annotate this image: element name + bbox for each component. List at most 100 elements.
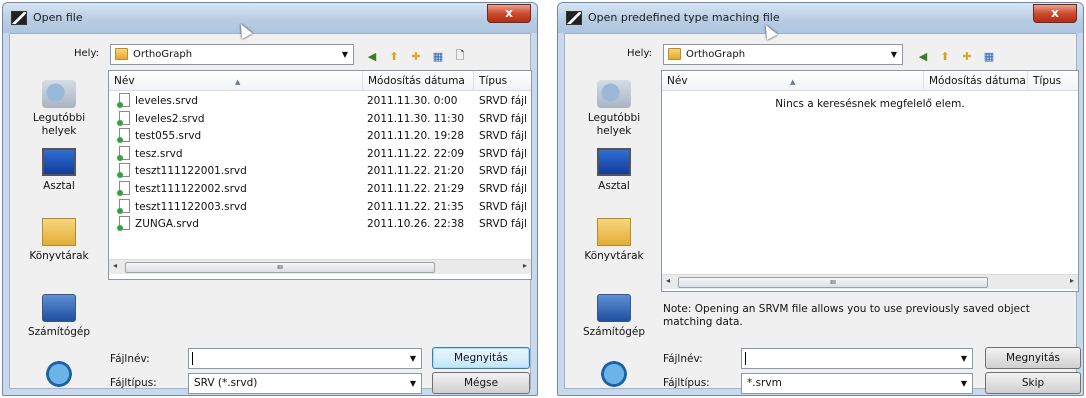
close-button[interactable]: x	[1033, 4, 1077, 23]
desktop-icon	[597, 148, 631, 176]
scroll-left-icon[interactable]: ◂	[113, 261, 117, 270]
new-folder-icon[interactable]: ✚	[959, 48, 975, 64]
preview-icon[interactable]: 🗋	[452, 48, 468, 64]
dialog-title: Open file	[33, 11, 83, 24]
file-row[interactable]: leveles.srvd 2011.11.30. 0:00 SRVD fájl	[109, 93, 531, 111]
column-date[interactable]: Módosítás dátuma	[924, 71, 1028, 91]
chevron-down-icon[interactable]: ▼	[961, 349, 967, 368]
place-network[interactable]	[14, 360, 104, 392]
up-folder-icon[interactable]: ⬆	[386, 48, 402, 64]
place-desktop[interactable]: Asztal	[14, 148, 104, 193]
new-folder-icon[interactable]: ✚	[408, 48, 424, 64]
up-folder-icon[interactable]: ⬆	[937, 48, 953, 64]
file-date: 2011.11.22. 21:35	[367, 200, 465, 213]
network-icon	[42, 360, 76, 388]
column-type[interactable]: Típus	[1028, 71, 1078, 91]
filetype-value: *.srvm	[747, 377, 782, 389]
place-libraries[interactable]: Könyvtárak	[569, 218, 659, 263]
horizontal-scrollbar[interactable]: ◂ ııı ▸	[109, 259, 531, 274]
open-button[interactable]: Megnyitás	[985, 347, 1081, 369]
folder-icon	[115, 48, 128, 60]
view-menu-icon[interactable]: ▦	[430, 48, 446, 64]
file-date: 2011.10.26. 22:38	[367, 218, 465, 231]
file-name: leveles.srvd	[135, 95, 198, 107]
filetype-select[interactable]: SRV (*.srvd) ▼	[188, 373, 422, 394]
place-recent[interactable]: Legutóbbi helyek	[569, 80, 659, 138]
place-recent[interactable]: Legutóbbi helyek	[14, 80, 104, 138]
look-in-combo[interactable]: OrthoGraph ▼	[110, 44, 354, 65]
file-row[interactable]: tesz.srvd 2011.11.22. 22:09 SRVD fájl	[109, 145, 531, 164]
file-type: SRVD fájl	[479, 182, 527, 195]
scroll-thumb[interactable]: ııı	[678, 277, 988, 288]
file-type: SRVD fájl	[479, 95, 527, 107]
open-file-dialog: Open file x Hely: OrthoGraph ▼ ◀ ⬆ ✚ ▦ 🗋…	[2, 2, 538, 396]
place-libraries[interactable]: Könyvtárak	[14, 218, 104, 263]
place-label: Asztal	[598, 180, 630, 192]
back-icon[interactable]: ◀	[364, 48, 380, 64]
place-network[interactable]	[569, 360, 659, 392]
file-row[interactable]: teszt111122001.srvd 2011.11.22. 21:20 SRVD…	[109, 163, 531, 181]
open-type-matching-dialog: Open predefined type maching file x Hely…	[557, 2, 1084, 396]
network-icon	[597, 360, 631, 388]
column-name[interactable]: Név ▲	[662, 71, 924, 91]
file-date: 2011.11.30. 0:00	[367, 95, 458, 107]
chevron-down-icon: ▼	[890, 50, 897, 59]
scroll-right-icon[interactable]: ▸	[1070, 276, 1074, 285]
place-computer[interactable]: Számítógép	[14, 294, 104, 339]
file-name: teszt111122001.srvd	[135, 165, 247, 178]
view-menu-icon[interactable]: ▦	[981, 48, 997, 64]
title-bar[interactable]: Open file x	[3, 3, 537, 33]
file-list[interactable]: Név ▲ Módosítás dátuma Típus leveles.srvd…	[108, 70, 532, 280]
look-in-value: OrthoGraph	[133, 49, 193, 60]
close-button[interactable]: x	[487, 4, 531, 23]
filetype-select[interactable]: *.srvm ▼	[741, 373, 973, 394]
file-row[interactable]: test055.srvd 2011.11.20. 19:28 SRVD fájl	[109, 128, 531, 146]
look-in-combo[interactable]: OrthoGraph ▼	[663, 44, 903, 65]
filename-label: Fájlnév:	[663, 353, 703, 365]
filename-input[interactable]: ▼	[741, 348, 973, 369]
chevron-down-icon[interactable]: ▼	[410, 349, 416, 368]
skip-button[interactable]: Skip	[985, 372, 1081, 394]
file-type: SRVD fájl	[479, 165, 527, 178]
column-name[interactable]: Név ▲	[109, 71, 363, 91]
text-caret	[745, 352, 746, 365]
filename-label: Fájlnév:	[110, 353, 150, 365]
file-row[interactable]: teszt111122002.srvd 2011.11.22. 21:29 SRVD…	[109, 180, 531, 199]
filename-input[interactable]: ▼	[188, 348, 422, 369]
computer-icon	[597, 294, 631, 322]
file-row[interactable]: teszt111122003.srvd 2011.11.22. 21:35 SRVD…	[109, 198, 531, 217]
horizontal-scrollbar[interactable]: ◂ ııı ▸	[662, 274, 1078, 289]
place-label: Legutóbbi helyek	[32, 112, 86, 137]
title-bar[interactable]: Open predefined type maching file x	[558, 3, 1083, 33]
file-rows: leveles.srvd 2011.11.30. 0:00 SRVD fájl lev…	[109, 93, 531, 234]
cancel-button[interactable]: Mégse	[432, 372, 530, 394]
file-type: SRVD fájl	[479, 200, 527, 213]
app-icon	[566, 11, 582, 25]
file-date: 2011.11.30. 11:30	[367, 112, 465, 125]
open-button[interactable]: Megnyitás	[432, 347, 530, 369]
dialog-client: Hely: OrthoGraph ▼ ◀ ⬆ ✚ ▦ Legutóbbi hel…	[564, 33, 1081, 394]
place-computer[interactable]: Számítógép	[569, 294, 659, 339]
sort-up-icon: ▲	[790, 78, 796, 86]
recent-places-icon	[42, 80, 76, 108]
dialog-title: Open predefined type maching file	[588, 11, 780, 24]
back-icon[interactable]: ◀	[915, 48, 931, 64]
place-label: Legutóbbi helyek	[587, 112, 641, 137]
scroll-right-icon[interactable]: ▸	[523, 261, 527, 270]
file-name: teszt111122003.srvd	[135, 200, 247, 213]
chevron-down-icon: ▼	[960, 379, 967, 388]
file-date: 2011.11.22. 21:20	[367, 165, 465, 178]
file-row[interactable]: leveles2.srvd 2011.11.30. 11:30 SRVD fájl	[109, 110, 531, 129]
srvd-file-icon	[117, 180, 130, 196]
scroll-thumb[interactable]: ııı	[125, 262, 435, 273]
note-text: Note: Opening an SRVM file allows you to…	[663, 303, 1030, 328]
scroll-left-icon[interactable]: ◂	[666, 276, 670, 285]
file-list[interactable]: Név ▲ Módosítás dátuma Típus Nincs a kere…	[661, 70, 1079, 292]
column-date[interactable]: Módosítás dátuma	[363, 71, 474, 91]
column-type[interactable]: Típus	[474, 71, 531, 91]
place-desktop[interactable]: Asztal	[569, 148, 659, 193]
libraries-icon	[597, 218, 631, 246]
file-row[interactable]: ZUNGA.srvd 2011.10.26. 22:38 SRVD fájl	[109, 216, 531, 234]
file-type: SRVD fájl	[479, 130, 527, 143]
libraries-icon	[42, 218, 76, 246]
